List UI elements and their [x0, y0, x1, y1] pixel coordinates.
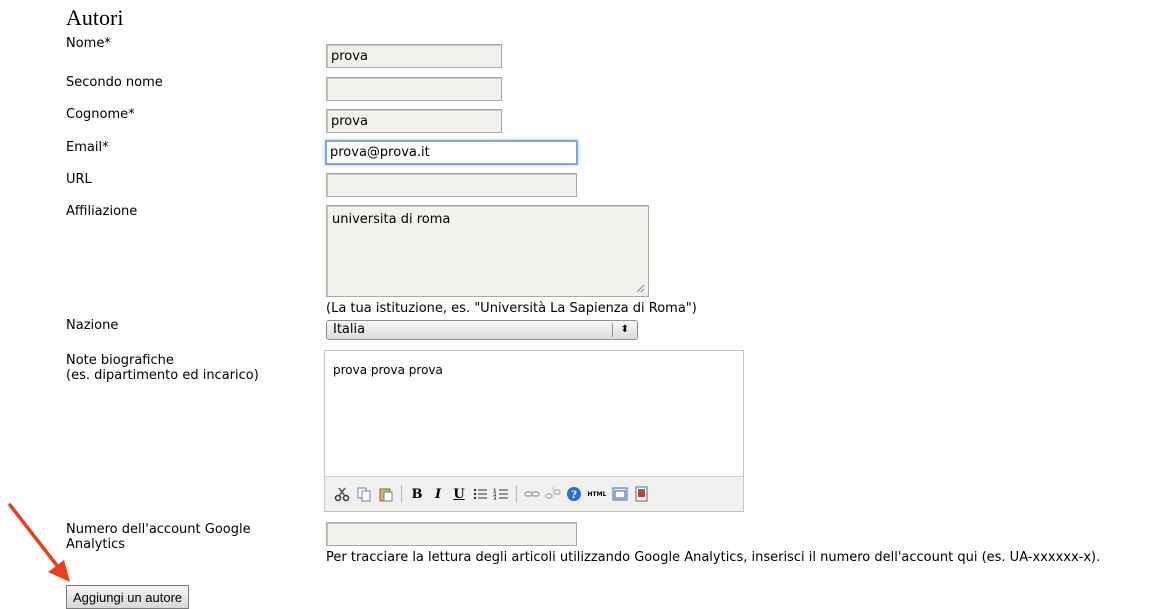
- email-input[interactable]: [325, 140, 578, 165]
- middle-name-label: Secondo nome: [66, 75, 163, 90]
- country-label: Nazione: [66, 318, 119, 333]
- resize-grip-icon[interactable]: [636, 284, 645, 293]
- analytics-hint: Per tracciare la lettura degli articoli …: [326, 550, 1101, 565]
- svg-text:3: 3: [493, 496, 497, 502]
- affiliation-text: universita di roma: [332, 212, 451, 227]
- add-author-button[interactable]: Aggiungi un autore: [66, 585, 190, 609]
- bullet-list-icon[interactable]: [471, 485, 489, 503]
- bold-icon[interactable]: B: [408, 485, 426, 503]
- analytics-input[interactable]: [326, 522, 577, 546]
- annotation-arrow-icon: [8, 503, 70, 582]
- affiliation-textarea[interactable]: universita di roma: [326, 205, 649, 297]
- editor-toolbar: B I U 123 ? HTML: [325, 476, 743, 511]
- svg-text:?: ?: [571, 490, 577, 501]
- email-label: Email*: [66, 140, 109, 155]
- copy-icon[interactable]: [355, 485, 373, 503]
- bio-rich-text-editor[interactable]: prova prova prova B I U 123 ? HTML: [324, 350, 744, 512]
- analytics-label-line2: Analytics: [66, 537, 126, 552]
- html-icon[interactable]: HTML: [586, 485, 608, 503]
- analytics-label: Numero dell'account Google Analytics: [66, 522, 251, 552]
- fullscreen-icon[interactable]: [611, 485, 629, 503]
- select-updown-icon: ⬍: [620, 324, 629, 335]
- analytics-label-line1: Numero dell'account Google: [66, 522, 251, 537]
- toolbar-separator: [516, 485, 517, 503]
- first-name-label: Nome*: [66, 36, 111, 51]
- first-name-input[interactable]: [326, 44, 502, 68]
- country-select[interactable]: Italia ⬍: [326, 320, 638, 340]
- unlink-icon[interactable]: [544, 485, 562, 503]
- country-selected-value: Italia: [333, 322, 366, 337]
- underline-icon[interactable]: U: [450, 485, 468, 503]
- section-title: Autori: [66, 5, 124, 30]
- url-label: URL: [66, 172, 92, 187]
- affiliation-hint: (La tua istituzione, es. "Università La …: [326, 301, 697, 316]
- help-icon[interactable]: ?: [565, 485, 583, 503]
- bio-label-line1: Note biografiche: [66, 353, 174, 368]
- numbered-list-icon[interactable]: 123: [492, 485, 510, 503]
- bio-label: Note biografiche (es. dipartimento ed in…: [66, 353, 259, 383]
- url-input[interactable]: [326, 173, 577, 197]
- last-name-input[interactable]: [326, 109, 502, 133]
- select-divider: [612, 323, 613, 337]
- last-name-label: Cognome*: [66, 107, 135, 122]
- paste-icon[interactable]: [377, 485, 395, 503]
- bio-label-line2: (es. dipartimento ed incarico): [66, 368, 259, 383]
- insert-image-icon[interactable]: [633, 485, 651, 503]
- affiliation-label: Affiliazione: [66, 204, 138, 219]
- link-icon[interactable]: [523, 485, 541, 503]
- toolbar-separator: [401, 485, 402, 503]
- italic-icon[interactable]: I: [429, 485, 447, 503]
- cut-icon[interactable]: [333, 485, 351, 503]
- bio-editor-content[interactable]: prova prova prova: [325, 351, 743, 389]
- middle-name-input[interactable]: [326, 77, 502, 101]
